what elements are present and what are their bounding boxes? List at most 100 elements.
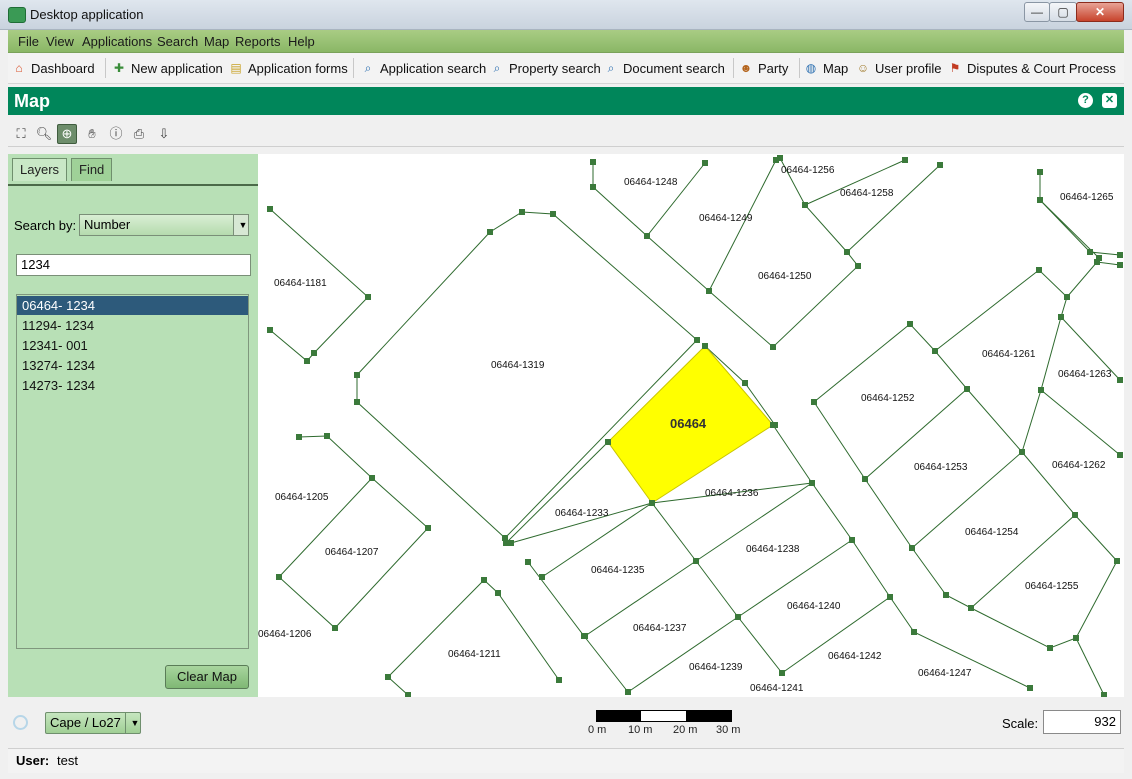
loading-indicator-icon bbox=[13, 715, 28, 730]
pan-hand-icon[interactable]: ✋︎ bbox=[82, 124, 102, 144]
parcel-boundary-line bbox=[527, 561, 629, 693]
user-label: User: bbox=[16, 753, 50, 768]
parcel-label: 06464-1258 bbox=[840, 188, 894, 199]
menu-help[interactable]: Help bbox=[288, 34, 315, 49]
parcel-map[interactable]: 06464-1248 06464-1256 06464-1258 06464-1265… bbox=[258, 154, 1124, 697]
parcel-vertex bbox=[1058, 314, 1064, 320]
result-item[interactable]: 11294- 1234 bbox=[17, 316, 248, 335]
parcel-vertex bbox=[770, 344, 776, 350]
parcel-vertex bbox=[324, 433, 330, 439]
toolbar-button-3[interactable]: ⌕ Application search bbox=[361, 58, 487, 78]
parcel-boundary-line bbox=[592, 162, 706, 237]
parcel-vertex bbox=[508, 540, 514, 546]
toolbar-button-2[interactable]: ▤ Application forms bbox=[229, 58, 347, 78]
toolbar-button-7[interactable]: ◍ Map bbox=[804, 58, 849, 78]
scale-label: Scale: bbox=[1002, 716, 1039, 731]
parcel-vertex bbox=[276, 574, 282, 580]
menu-reports[interactable]: Reports bbox=[235, 34, 281, 49]
parcel-boundary-line bbox=[278, 435, 429, 629]
result-item[interactable]: 14273- 1234 bbox=[17, 376, 248, 395]
close-panel-icon[interactable]: ✕ bbox=[1102, 93, 1117, 108]
tab-find[interactable]: Find bbox=[71, 158, 113, 181]
parcel-label: 06464-1181 bbox=[274, 278, 327, 289]
close-window-button[interactable]: ✕ bbox=[1076, 2, 1124, 22]
result-item[interactable]: 13274- 1234 bbox=[17, 356, 248, 375]
user-name: test bbox=[57, 753, 78, 768]
info-icon[interactable]: ⓘ bbox=[106, 124, 126, 144]
scale-input[interactable]: 932 bbox=[1043, 710, 1121, 734]
parcel-vertex bbox=[1114, 558, 1120, 564]
search-by-value: Number bbox=[84, 217, 131, 232]
export-icon[interactable]: ⇩ bbox=[154, 124, 174, 144]
search-icon: ⌕ bbox=[493, 61, 501, 75]
full-extent-icon[interactable]: ⛶ bbox=[11, 124, 31, 144]
parcel-label: 06464-1207 bbox=[325, 547, 379, 558]
menu-applications[interactable]: Applications bbox=[82, 34, 152, 49]
parcel-vertex bbox=[644, 233, 650, 239]
toolbar-button-8[interactable]: ☺ User profile bbox=[856, 58, 942, 78]
parcel-vertex bbox=[495, 590, 501, 596]
parcel-vertex bbox=[332, 625, 338, 631]
parcel-label: 06464-1242 bbox=[828, 651, 882, 662]
parcel-boundary-line bbox=[846, 164, 941, 253]
parcel-vertex bbox=[742, 380, 748, 386]
parcel-vertex bbox=[968, 605, 974, 611]
parcel-label: 06464-1235 bbox=[591, 565, 645, 576]
toolbar-button-9[interactable]: ⚑ Disputes & Court Process bbox=[948, 58, 1116, 78]
parcel-boundary-line bbox=[813, 401, 1076, 609]
zoom-out-icon[interactable]: 🔍︎ bbox=[34, 124, 54, 144]
result-item[interactable]: 12341- 001 bbox=[17, 336, 248, 355]
parcel-vertex bbox=[539, 574, 545, 580]
parcel-boundary-line bbox=[934, 269, 1068, 453]
parcel-vertex bbox=[311, 350, 317, 356]
menu-bar: File View Applications Search Map Report… bbox=[8, 30, 1124, 53]
toolbar-button-4[interactable]: ⌕ Property search bbox=[490, 58, 601, 78]
result-item[interactable]: 06464- 1234 bbox=[17, 296, 248, 315]
parcel-vertex bbox=[770, 422, 776, 428]
help-icon[interactable]: ? bbox=[1078, 93, 1093, 108]
tab-layers[interactable]: Layers bbox=[12, 158, 68, 181]
chevron-down-icon[interactable]: ▼ bbox=[233, 215, 248, 235]
toolbar-button-5[interactable]: ⌕ Document search bbox=[604, 58, 725, 78]
results-list: 06464- 1234 11294- 1234 12341- 001 13274- 1… bbox=[16, 294, 249, 649]
maximize-button[interactable]: ▢ bbox=[1049, 2, 1077, 22]
parcel-vertex bbox=[519, 209, 525, 215]
map-canvas[interactable]: 06464-1248 06464-1256 06464-1258 06464-1265… bbox=[258, 154, 1124, 697]
parcel-vertex bbox=[802, 202, 808, 208]
parcel-label: 06464-1248 bbox=[624, 177, 678, 188]
parcel-vertex bbox=[932, 348, 938, 354]
crs-dropdown[interactable]: Cape / Lo27 ▼ bbox=[45, 712, 141, 734]
zoom-in-icon[interactable]: ⊕ bbox=[57, 124, 77, 144]
parcel-boundary-line bbox=[970, 560, 1118, 649]
parcel-boundary-line bbox=[1075, 637, 1105, 696]
parcel-boundary-line bbox=[505, 441, 609, 544]
toolbar-button-1[interactable]: ✚ New application bbox=[112, 58, 223, 78]
parcel-vertex bbox=[911, 629, 917, 635]
parcel-label: 06464-1237 bbox=[633, 623, 687, 634]
parcel-label: 06464-1263 bbox=[1058, 369, 1112, 380]
search-input[interactable] bbox=[16, 254, 251, 276]
parcel-label: 06464-1236 bbox=[705, 488, 759, 499]
panel-title: Map bbox=[14, 91, 50, 111]
scale-bar bbox=[596, 710, 732, 722]
parcel-boundary-line bbox=[356, 231, 506, 539]
menu-view[interactable]: View bbox=[46, 34, 74, 49]
menu-file[interactable]: File bbox=[18, 34, 39, 49]
clear-map-button[interactable]: Clear Map bbox=[165, 665, 249, 689]
parcel-vertex bbox=[1019, 449, 1025, 455]
chevron-down-icon[interactable]: ▼ bbox=[125, 713, 140, 733]
search-by-dropdown[interactable]: Number ▼ bbox=[79, 214, 249, 236]
app-icon bbox=[8, 7, 26, 23]
parcel-label: 06464-1206 bbox=[258, 629, 312, 640]
search-icon: ⌕ bbox=[607, 61, 615, 75]
parcel-boundary-line bbox=[387, 579, 485, 696]
parcel-vertex bbox=[909, 545, 915, 551]
menu-search[interactable]: Search bbox=[157, 34, 198, 49]
scale-bar-segment bbox=[597, 711, 641, 721]
menu-map[interactable]: Map bbox=[204, 34, 229, 49]
toolbar-button-0[interactable]: ⌂ Dashboard bbox=[12, 58, 94, 78]
parcel-vertex bbox=[369, 475, 375, 481]
toolbar-button-6[interactable]: ☻ Party bbox=[739, 58, 789, 78]
minimize-button[interactable]: — bbox=[1024, 2, 1050, 22]
print-icon[interactable]: ⎙ bbox=[129, 124, 149, 144]
